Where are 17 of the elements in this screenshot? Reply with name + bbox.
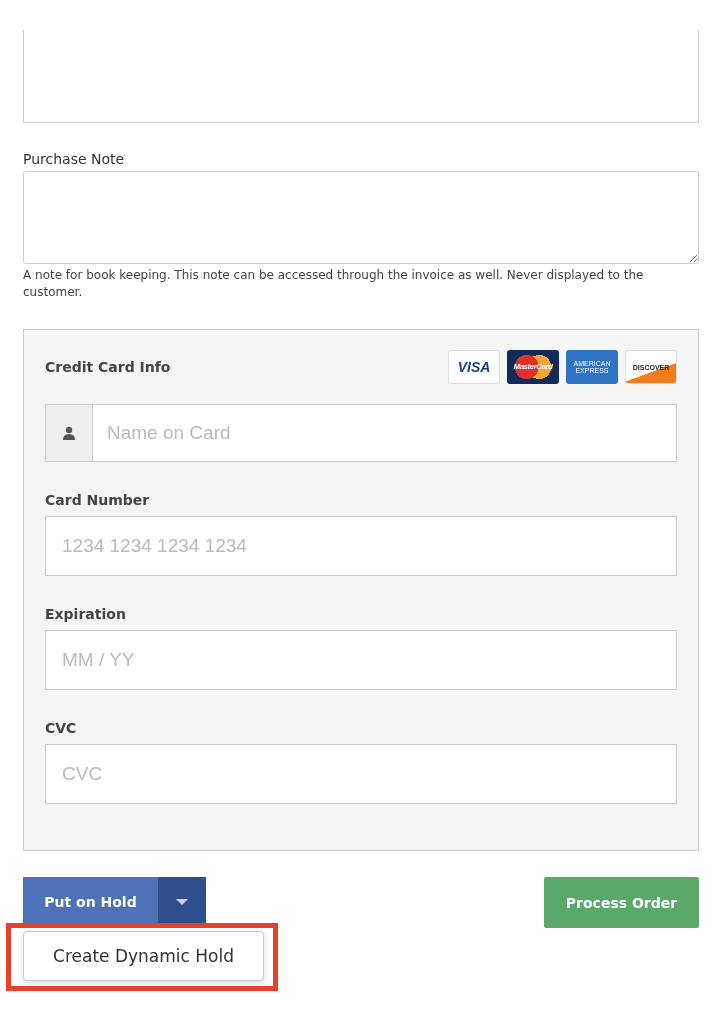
card-logo: VISA <box>448 350 500 384</box>
process-order-button[interactable]: Process Order <box>544 877 699 928</box>
input-field[interactable]: 1234 1234 1234 1234 <box>45 516 677 576</box>
user-icon <box>45 404 93 462</box>
field-label: CVC <box>45 720 78 736</box>
purchase-note-field[interactable] <box>23 171 699 264</box>
panel-title: Credit Card Info <box>45 359 171 375</box>
input-field[interactable]: MM / YY <box>45 630 677 690</box>
menu-item[interactable]: Create Dynamic Hold <box>23 931 264 981</box>
field-label: Purchase Note <box>23 151 126 167</box>
help-text: A note for book keeping. This note can be accessed through the invoice as well. Never displayed to the customer. <box>23 267 645 301</box>
name-on-card-field[interactable]: Name on Card <box>93 404 677 462</box>
input-field[interactable]: CVC <box>45 744 677 804</box>
caret-icon <box>176 899 188 905</box>
text-area[interactable] <box>23 30 699 123</box>
field-label: Card Number <box>45 492 151 508</box>
field-label: Expiration <box>45 606 127 622</box>
